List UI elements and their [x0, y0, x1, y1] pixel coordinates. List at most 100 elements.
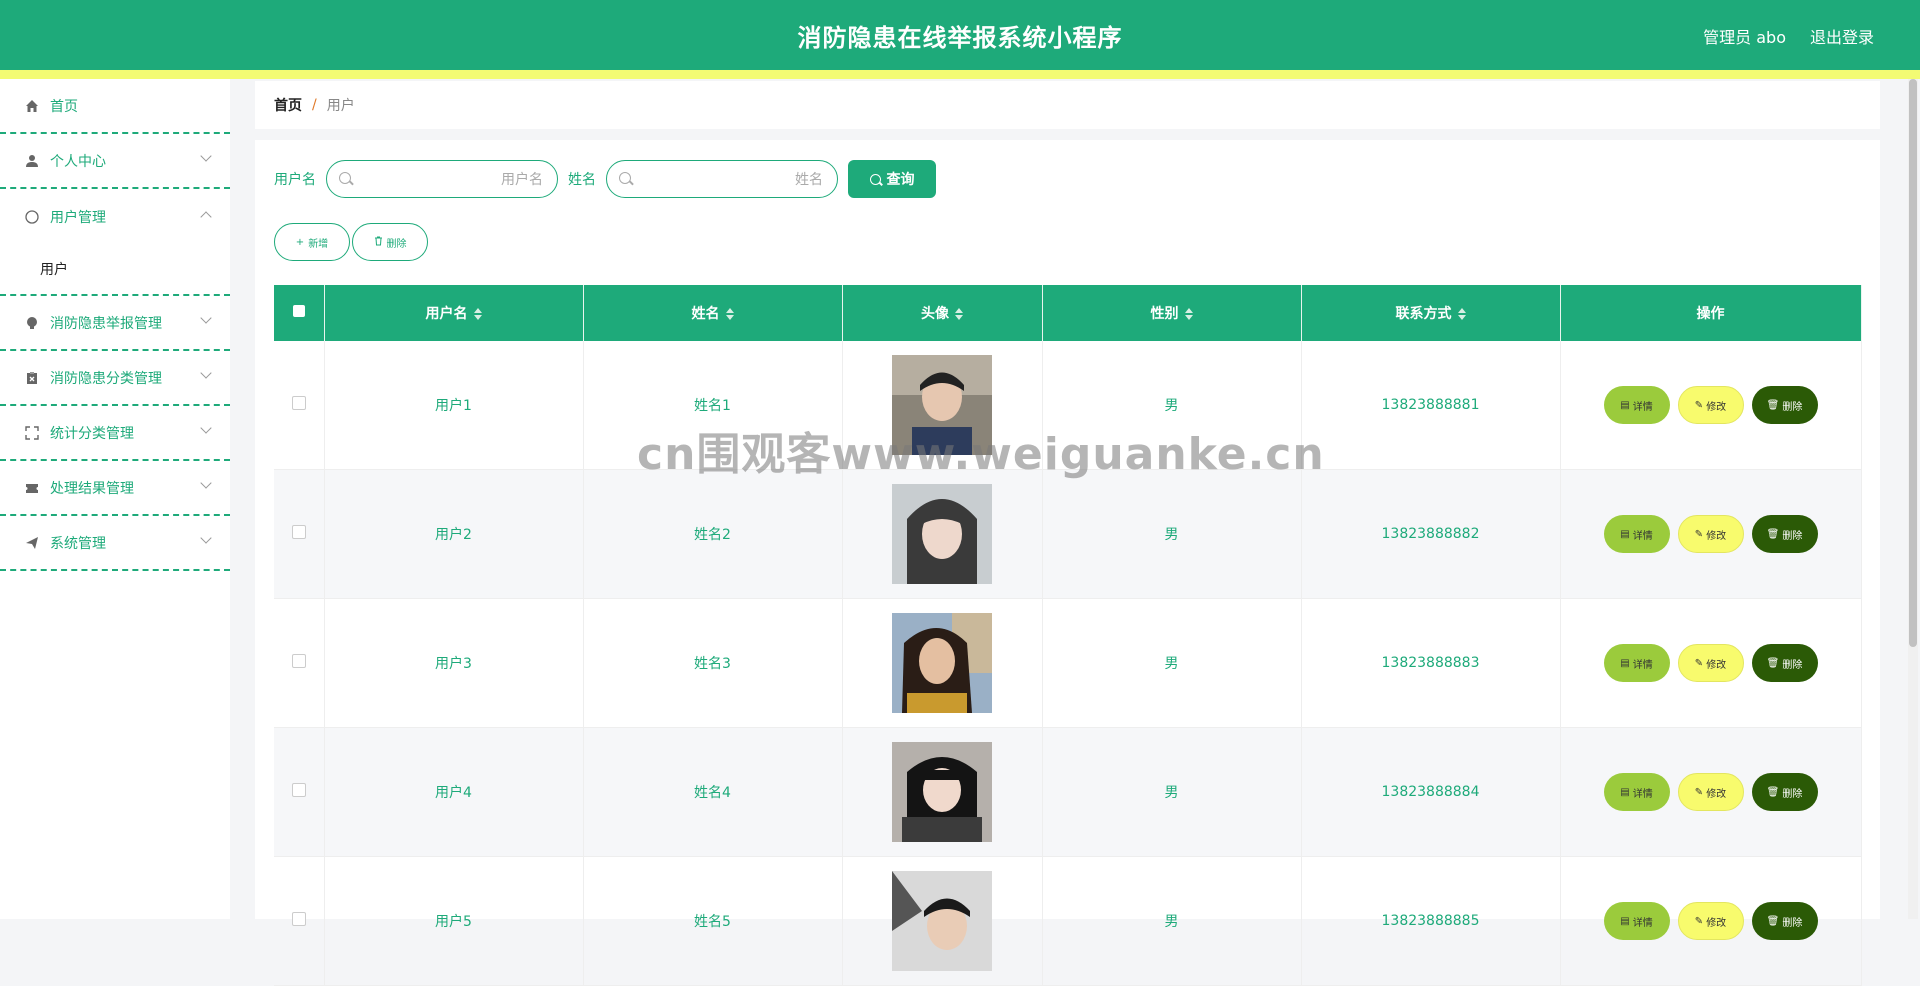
- pencil-icon: ✎: [1694, 915, 1704, 927]
- detail-button[interactable]: ▤ 详情: [1603, 644, 1670, 682]
- username-input[interactable]: [361, 161, 545, 199]
- query-button[interactable]: 查询: [848, 160, 936, 198]
- edit-button[interactable]: ✎ 修改: [1677, 644, 1744, 682]
- cell-name: 姓名2: [583, 469, 843, 599]
- trash-icon: 🗑: [1766, 657, 1780, 669]
- sidebar-item-user-management[interactable]: 用户管理: [0, 189, 230, 244]
- breadcrumb: 首页 / 用户: [255, 81, 1880, 129]
- ticket-icon: [24, 480, 40, 496]
- cell-gender: 男: [1042, 598, 1302, 728]
- row-checkbox[interactable]: [291, 525, 306, 539]
- row-checkbox[interactable]: [291, 912, 306, 926]
- cell-phone: 13823888883: [1301, 598, 1561, 728]
- sidebar-item-label: 处理结果管理: [50, 480, 134, 497]
- row-actions: ▤ 详情 ✎ 修改 🗑 删除: [1562, 773, 1860, 811]
- chevron-down-icon: [200, 477, 212, 489]
- doc-icon: ▤: [1620, 399, 1630, 411]
- row-checkbox[interactable]: [291, 654, 306, 668]
- cell-name: 姓名4: [583, 727, 843, 857]
- doc-icon: ▤: [1620, 786, 1630, 798]
- name-label: 姓名: [568, 172, 596, 188]
- detail-button[interactable]: ▤ 详情: [1603, 902, 1670, 940]
- sort-icon: [473, 308, 482, 320]
- sidebar-item-label: 用户管理: [50, 209, 106, 226]
- sidebar-item-home[interactable]: 首页: [0, 79, 230, 134]
- cell-username: 用户1: [324, 341, 584, 470]
- delete-button[interactable]: 🗑 删除: [1751, 515, 1818, 553]
- delete-button[interactable]: 🗑 删除: [1751, 644, 1818, 682]
- edit-button[interactable]: ✎ 修改: [1677, 902, 1744, 940]
- chevron-down-icon: [200, 422, 212, 434]
- sidebar-item-label: 统计分类管理: [50, 425, 134, 442]
- sidebar-item-label: 消防隐患举报管理: [50, 315, 162, 332]
- delete-button[interactable]: 🗑 删除: [1751, 902, 1818, 940]
- cell-phone: 13823888882: [1301, 469, 1561, 599]
- detail-button[interactable]: ▤ 详情: [1603, 515, 1670, 553]
- table-row: 用户3 姓名3 男 13823888883 ▤ 详情 ✎ 修改 🗑 删除: [274, 598, 1862, 728]
- batch-delete-label: 删除: [386, 238, 407, 250]
- logout-link[interactable]: 退出登录: [1810, 24, 1874, 48]
- table-row: 用户2 姓名2 男 13823888882 ▤ 详情 ✎ 修改 🗑 删除: [274, 469, 1862, 599]
- column-header-gender[interactable]: 性别: [1042, 285, 1302, 341]
- detail-button[interactable]: ▤ 详情: [1603, 773, 1670, 811]
- cell-username: 用户4: [324, 727, 584, 857]
- cell-phone: 13823888885: [1301, 856, 1561, 986]
- action-bar: + 新增 删除: [274, 223, 428, 261]
- chevron-up-icon: [200, 211, 212, 223]
- scrollbar-thumb[interactable]: [1909, 79, 1917, 647]
- watermark: cn围观客www.weiguanke.cn: [637, 429, 1325, 480]
- fullscreen-icon: [24, 425, 40, 441]
- row-checkbox[interactable]: [291, 396, 306, 410]
- compass-icon: [24, 209, 40, 225]
- breadcrumb-home[interactable]: 首页: [274, 95, 302, 115]
- sidebar-item-hazard-category[interactable]: 消防隐患分类管理: [0, 351, 230, 406]
- table-row: 用户4 姓名4 男 13823888884 ▤ 详情 ✎ 修改 🗑 删除: [274, 727, 1862, 857]
- row-actions: ▤ 详情 ✎ 修改 🗑 删除: [1562, 515, 1860, 553]
- pencil-icon: ✎: [1694, 657, 1704, 669]
- edit-button[interactable]: ✎ 修改: [1677, 386, 1744, 424]
- page-scrollbar[interactable]: [1908, 79, 1918, 919]
- sidebar-subitem-users[interactable]: 用户: [0, 244, 230, 296]
- add-button-label: 新增: [308, 238, 329, 250]
- column-header-avatar[interactable]: 头像: [842, 285, 1043, 341]
- add-button[interactable]: + 新增: [274, 223, 350, 261]
- chevron-down-icon: [200, 367, 212, 379]
- avatar: [892, 484, 992, 584]
- send-icon: [24, 535, 40, 551]
- sidebar-item-personal-center[interactable]: 个人中心: [0, 134, 230, 189]
- trash-icon: 🗑: [1766, 528, 1780, 540]
- detail-button[interactable]: ▤ 详情: [1603, 386, 1670, 424]
- person-icon: [24, 153, 40, 169]
- cell-name: 姓名3: [583, 598, 843, 728]
- cell-phone: 13823888884: [1301, 727, 1561, 857]
- select-all-checkbox[interactable]: [292, 305, 305, 317]
- cell-name: 姓名5: [583, 856, 843, 986]
- trash-icon: [374, 236, 383, 249]
- row-checkbox[interactable]: [291, 783, 306, 797]
- sidebar-item-system[interactable]: 系统管理: [0, 516, 230, 571]
- cell-gender: 男: [1042, 469, 1302, 599]
- breadcrumb-current: 用户: [326, 98, 355, 114]
- edit-button[interactable]: ✎ 修改: [1677, 773, 1744, 811]
- sidebar-item-label: 首页: [50, 98, 78, 115]
- delete-button[interactable]: 🗑 删除: [1751, 773, 1818, 811]
- name-input[interactable]: [641, 161, 825, 199]
- sidebar-item-statistics[interactable]: 统计分类管理: [0, 406, 230, 461]
- edit-button[interactable]: ✎ 修改: [1677, 515, 1744, 553]
- column-header-phone[interactable]: 联系方式: [1301, 285, 1561, 341]
- sidebar-item-hazard-report[interactable]: 消防隐患举报管理: [0, 296, 230, 351]
- column-header-username[interactable]: 用户名: [324, 285, 584, 341]
- column-header-name[interactable]: 姓名: [583, 285, 843, 341]
- table-row: 用户5 姓名5 男 13823888885 ▤ 详情 ✎ 修改 🗑 删除: [274, 856, 1862, 986]
- sidebar-item-label: 消防隐患分类管理: [50, 370, 162, 387]
- cell-phone: 13823888881: [1301, 341, 1561, 470]
- sidebar-item-label: 个人中心: [50, 153, 106, 170]
- row-actions: ▤ 详情 ✎ 修改 🗑 删除: [1562, 644, 1860, 682]
- delete-button[interactable]: 🗑 删除: [1751, 386, 1818, 424]
- trash-icon: 🗑: [1766, 786, 1780, 798]
- sidebar: 首页 个人中心 用户管理 用户 消防隐患举报管理 消防隐患分类管理 统计分类管理…: [0, 79, 230, 919]
- home-icon: [24, 98, 40, 114]
- batch-delete-button[interactable]: 删除: [352, 223, 428, 261]
- sidebar-item-results[interactable]: 处理结果管理: [0, 461, 230, 516]
- doc-icon: ▤: [1620, 915, 1630, 927]
